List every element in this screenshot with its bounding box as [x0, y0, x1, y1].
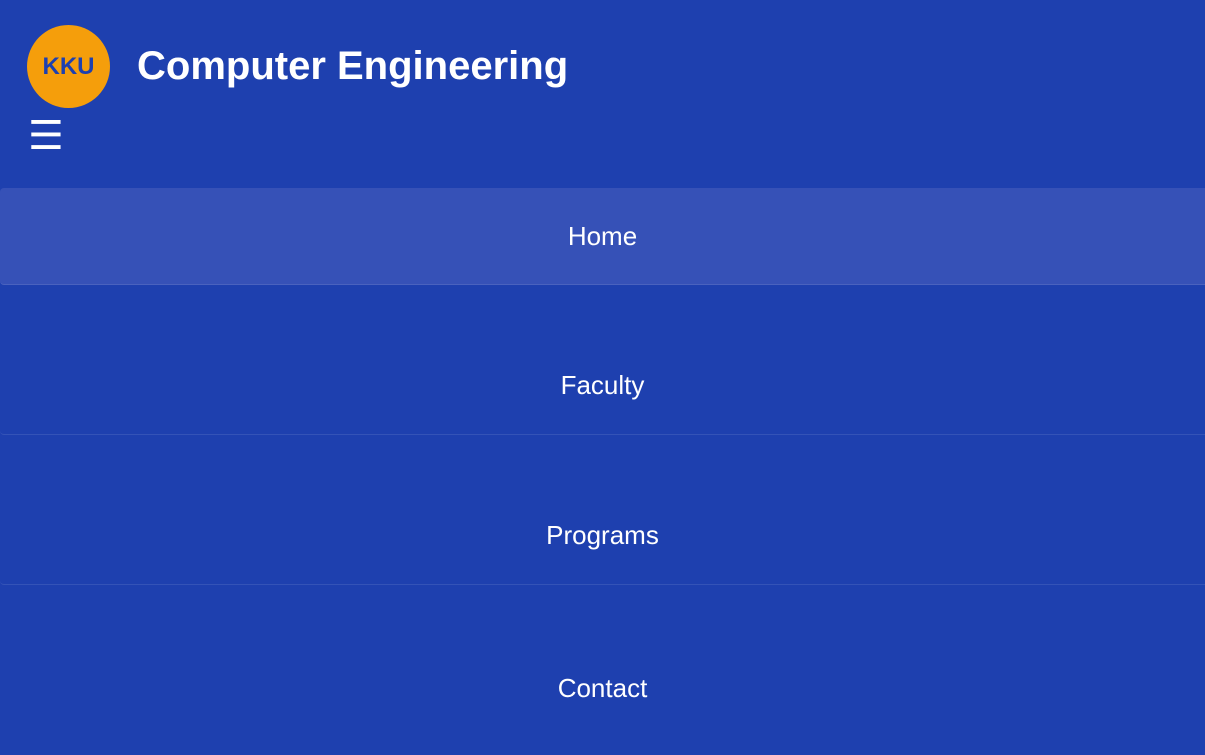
nav-item-home[interactable]: Home — [0, 188, 1205, 285]
kku-logo[interactable]: KKU — [27, 25, 110, 108]
site-header: KKU Computer Engineering ☰ — [0, 0, 1205, 188]
main-navigation: Home Faculty Programs Contact — [0, 188, 1205, 755]
site-title: Computer Engineering — [137, 44, 569, 88]
nav-item-contact[interactable]: Contact — [0, 585, 1205, 755]
hamburger-menu-icon[interactable]: ☰ — [28, 116, 64, 156]
nav-item-programs[interactable]: Programs — [0, 435, 1205, 585]
nav-item-faculty[interactable]: Faculty — [0, 285, 1205, 435]
brand[interactable]: KKU Computer Engineering — [27, 25, 568, 108]
